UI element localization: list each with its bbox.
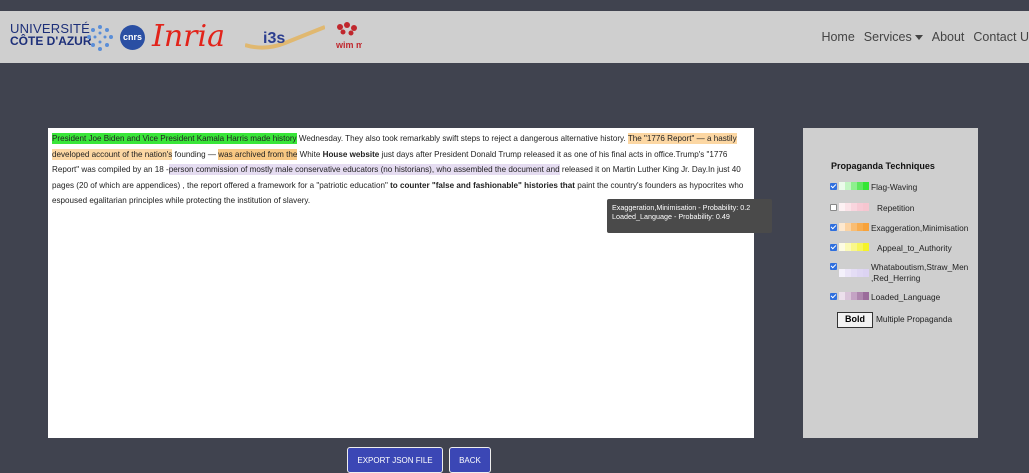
- article-text-panel: President Joe Biden and Vice President K…: [48, 128, 754, 438]
- legend-label: Whataboutism,Straw_Men ,Red_Herring: [871, 262, 969, 283]
- legend-label: Loaded_Language: [871, 292, 941, 302]
- color-ramp: [839, 223, 869, 231]
- nav-home-link[interactable]: Home: [821, 30, 854, 44]
- legend-item-appeal-to-authority[interactable]: Appeal_to_Authority: [830, 243, 952, 253]
- tooltip-line: Loaded_Language - Probability: 0.49: [612, 212, 730, 221]
- legend-item-repetition[interactable]: Repetition: [830, 203, 914, 213]
- color-ramp: [839, 243, 869, 251]
- checkbox-appeal-to-authority[interactable]: [830, 244, 837, 251]
- legend-label: Appeal_to_Authority: [877, 243, 952, 253]
- nav-contact-link[interactable]: Contact U: [973, 30, 1029, 44]
- legend-label: Repetition: [877, 203, 915, 213]
- plain-text: founding —: [172, 149, 219, 159]
- color-ramp: [839, 203, 869, 211]
- legend-item-loaded-language[interactable]: Loaded_Language: [830, 292, 940, 302]
- tooltip-line: Exaggeration,Minimisation - Probability:…: [612, 203, 751, 212]
- legend-title: Propaganda Techniques: [831, 161, 935, 171]
- propaganda-legend-panel: Propaganda Techniques Flag-Waving Repeti…: [803, 128, 978, 438]
- export-json-button[interactable]: EXPORT JSON FILE: [347, 447, 443, 473]
- highlight-flag-waving[interactable]: President Joe Biden and Vice President K…: [52, 133, 297, 144]
- legend-item-whataboutism[interactable]: Whataboutism,Straw_Men ,Red_Herring: [830, 262, 975, 284]
- multiple-propaganda-label: Multiple Propaganda: [876, 314, 953, 324]
- bold-sample-box: Bold: [837, 312, 873, 328]
- chevron-down-icon: [914, 35, 923, 41]
- bold-multiple-propaganda[interactable]: to counter "false and fashionable" histo…: [390, 180, 575, 191]
- nav-links: Home Services About Contact U: [812, 30, 1029, 44]
- checkbox-loaded-language[interactable]: [830, 293, 837, 300]
- color-ramp: [839, 292, 869, 300]
- uca-dots-icon: [87, 25, 113, 51]
- universite-cote-dazur-logo: UNIVERSITÉ CÔTE D'AZUR: [10, 21, 92, 48]
- cnrs-logo: cnrs: [120, 25, 145, 50]
- bold-multiple-propaganda[interactable]: House website: [323, 149, 380, 160]
- navbar: UNIVERSITÉ CÔTE D'AZUR cnrs Inria i3s wi…: [0, 11, 1029, 63]
- probability-tooltip: Exaggeration,Minimisation - Probability:…: [607, 199, 772, 233]
- color-ramp: [839, 269, 869, 277]
- i3s-logo: i3s: [245, 25, 325, 50]
- plain-text: White: [297, 149, 323, 159]
- wimmics-logo: wim mics: [335, 22, 362, 50]
- legend-item-exaggeration[interactable]: Exaggeration,Minimisation: [830, 223, 968, 233]
- checkbox-repetition[interactable]: [830, 204, 837, 211]
- nav-about-link[interactable]: About: [932, 30, 965, 44]
- i3s-logo-text: i3s: [263, 30, 285, 47]
- legend-label: Exaggeration,Minimisation: [871, 223, 969, 233]
- checkbox-whataboutism[interactable]: [830, 263, 837, 270]
- legend-item-flag-waving[interactable]: Flag-Waving: [830, 182, 917, 192]
- highlight-whataboutism[interactable]: person commission of mostly male conserv…: [168, 164, 560, 175]
- checkbox-flag-waving[interactable]: [830, 183, 837, 190]
- nav-services-label: Services: [863, 30, 912, 44]
- color-ramp: [839, 182, 869, 190]
- checkbox-exaggeration[interactable]: [830, 224, 837, 231]
- plain-text: Wednesday. They also took remarkably swi…: [296, 134, 628, 143]
- wimmics-logo-text: wim mics: [335, 40, 362, 50]
- inria-logo: Inria: [152, 19, 225, 54]
- nav-services-dropdown[interactable]: Services: [864, 30, 923, 44]
- legend-label: Flag-Waving: [871, 182, 918, 192]
- highlight-exaggeration-loaded[interactable]: was archived from the: [218, 148, 298, 160]
- back-button[interactable]: BACK: [449, 447, 491, 473]
